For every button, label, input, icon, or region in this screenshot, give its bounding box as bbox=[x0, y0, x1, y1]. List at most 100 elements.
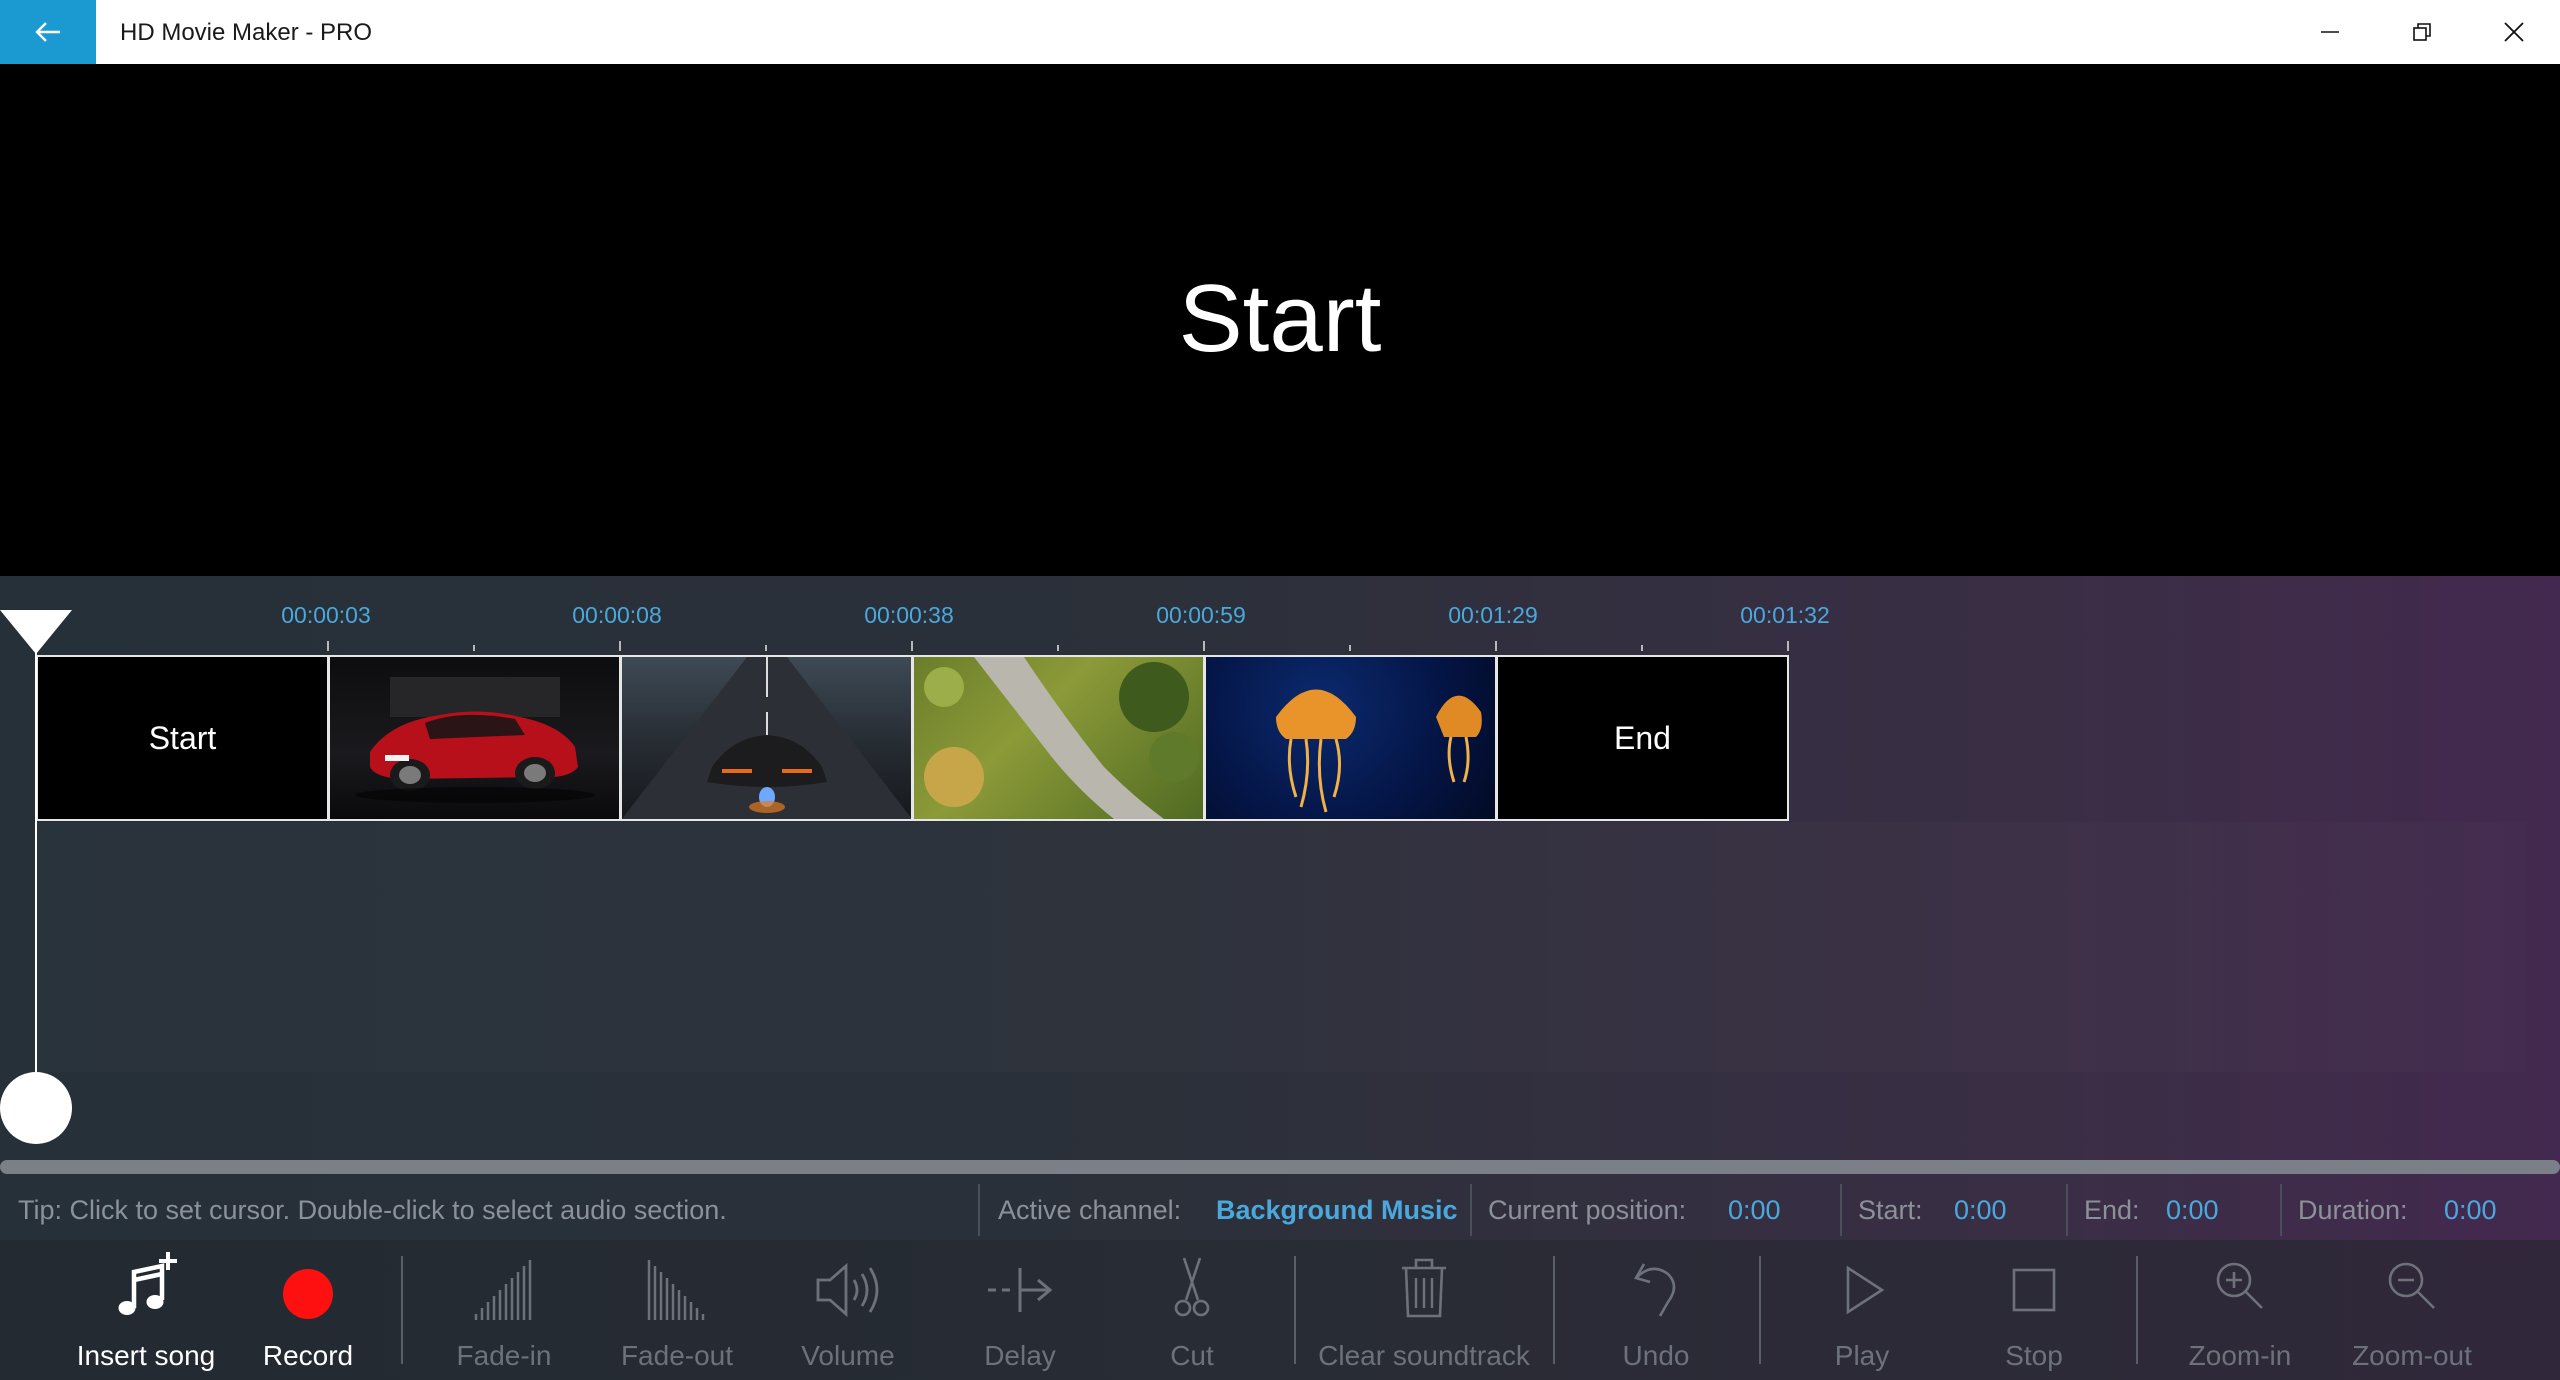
supercar-thumbnail bbox=[622, 657, 911, 819]
close-icon bbox=[2504, 22, 2524, 42]
clip-red-car[interactable] bbox=[328, 655, 621, 821]
delay-button[interactable]: Delay bbox=[960, 1250, 1080, 1375]
timeline-tick bbox=[1787, 641, 1789, 651]
timeline-tick bbox=[765, 645, 767, 651]
cut-label: Cut bbox=[1170, 1340, 1214, 1371]
record-dot-icon bbox=[283, 1269, 333, 1319]
zoom-in-label: Zoom-in bbox=[2188, 1340, 2292, 1371]
delay-label: Delay bbox=[984, 1340, 1056, 1371]
clip-supercar[interactable] bbox=[620, 655, 913, 821]
jellyfish-thumbnail bbox=[1276, 689, 1482, 813]
fade-in-icon bbox=[474, 1260, 532, 1320]
time-marker: 00:00:38 bbox=[864, 602, 954, 628]
timeline-tick bbox=[1057, 645, 1059, 651]
status-divider bbox=[978, 1184, 980, 1236]
time-marker: 00:00:08 bbox=[572, 602, 662, 628]
playhead-handle[interactable] bbox=[0, 1072, 72, 1144]
playhead-marker[interactable] bbox=[0, 610, 72, 654]
music-note-plus-icon bbox=[118, 1252, 177, 1315]
status-divider bbox=[1470, 1184, 1472, 1236]
insert-song-button[interactable]: Insert song bbox=[66, 1250, 226, 1375]
minimize-button[interactable] bbox=[2284, 0, 2376, 64]
current-position-value: 0:00 bbox=[1728, 1195, 1781, 1225]
delay-icon bbox=[988, 1268, 1053, 1312]
play-button[interactable]: Play bbox=[1802, 1250, 1922, 1375]
undo-label: Undo bbox=[1622, 1340, 1690, 1371]
record-label: Record bbox=[262, 1340, 354, 1371]
volume-icon bbox=[816, 1262, 879, 1318]
active-channel-value: Background Music bbox=[1216, 1195, 1458, 1225]
play-icon bbox=[1846, 1265, 1885, 1315]
insert-song-label: Insert song bbox=[76, 1340, 216, 1371]
restore-icon bbox=[2413, 23, 2431, 41]
stop-icon bbox=[2012, 1268, 2056, 1312]
undo-button[interactable]: Undo bbox=[1596, 1250, 1716, 1375]
timeline-tick bbox=[911, 641, 913, 651]
timeline-tick bbox=[1495, 641, 1497, 651]
tip-text: Tip: Click to set cursor. Double-click t… bbox=[18, 1195, 727, 1225]
volume-label: Volume bbox=[801, 1340, 895, 1371]
clear-soundtrack-button[interactable]: Clear soundtrack bbox=[1318, 1250, 1530, 1375]
start-value: 0:00 bbox=[1954, 1195, 2007, 1225]
status-divider bbox=[2066, 1184, 2068, 1236]
clip-label: End bbox=[1614, 719, 1671, 756]
zoom-out-button[interactable]: Zoom-out bbox=[2342, 1250, 2482, 1375]
trash-icon bbox=[1402, 1258, 1446, 1318]
undo-icon bbox=[1634, 1263, 1676, 1317]
clip-end-title[interactable]: End bbox=[1496, 655, 1789, 821]
close-button[interactable] bbox=[2468, 0, 2560, 64]
timeline-tick bbox=[473, 645, 475, 651]
toolbar-divider bbox=[1553, 1256, 1555, 1364]
back-arrow-icon bbox=[35, 22, 60, 42]
playhead-line bbox=[35, 650, 37, 1100]
time-marker: 00:00:59 bbox=[1156, 602, 1246, 628]
video-preview: Start bbox=[0, 64, 2560, 576]
preview-caption: Start bbox=[1178, 265, 1382, 372]
duration-value: 0:00 bbox=[2444, 1195, 2497, 1225]
time-marker: 00:01:29 bbox=[1448, 602, 1538, 628]
clip-label: Start bbox=[148, 719, 217, 756]
timeline-scrollbar[interactable] bbox=[0, 1160, 2560, 1174]
fade-out-label: Fade-out bbox=[620, 1340, 734, 1371]
zoom-in-icon bbox=[2216, 1262, 2263, 1309]
active-channel-label: Active channel: bbox=[998, 1195, 1182, 1225]
clip-jellyfish[interactable] bbox=[1204, 655, 1497, 821]
toolbar-divider bbox=[1759, 1256, 1761, 1364]
clip-start-title[interactable]: Start bbox=[36, 655, 329, 821]
timeline-tick bbox=[327, 641, 329, 651]
timeline-tick bbox=[1641, 645, 1643, 651]
timeline-tick bbox=[1349, 645, 1351, 651]
zoom-out-label: Zoom-out bbox=[2352, 1340, 2472, 1371]
cut-button[interactable]: Cut bbox=[1132, 1250, 1252, 1375]
audio-track[interactable] bbox=[36, 822, 2526, 1072]
title-bar: HD Movie Maker - PRO bbox=[0, 0, 2560, 64]
status-divider bbox=[1840, 1184, 1842, 1236]
toolbar-divider bbox=[1294, 1256, 1296, 1364]
play-label: Play bbox=[1834, 1340, 1890, 1371]
timeline-tick bbox=[1203, 641, 1205, 651]
record-button[interactable]: Record bbox=[248, 1250, 368, 1375]
current-position-label: Current position: bbox=[1488, 1195, 1687, 1225]
clip-aerial-path[interactable] bbox=[912, 655, 1205, 821]
zoom-in-button[interactable]: Zoom-in bbox=[2180, 1250, 2300, 1375]
fade-out-icon bbox=[647, 1260, 705, 1320]
end-value: 0:00 bbox=[2166, 1195, 2219, 1225]
back-button[interactable] bbox=[0, 0, 96, 64]
fade-out-button[interactable]: Fade-out bbox=[612, 1250, 742, 1375]
minimize-icon bbox=[2321, 31, 2339, 33]
bottom-toolbar bbox=[0, 1240, 2560, 1380]
toolbar-divider bbox=[401, 1256, 403, 1364]
app-title: HD Movie Maker - PRO bbox=[120, 19, 373, 46]
toolbar-divider bbox=[2136, 1256, 2138, 1364]
timeline-tick bbox=[619, 641, 621, 651]
duration-label: Duration: bbox=[2298, 1195, 2408, 1225]
time-marker: 00:01:32 bbox=[1740, 602, 1830, 628]
stop-button[interactable]: Stop bbox=[1974, 1250, 2094, 1375]
stop-label: Stop bbox=[2005, 1340, 2063, 1371]
scissors-icon bbox=[1174, 1257, 1210, 1317]
time-marker: 00:00:03 bbox=[281, 602, 371, 628]
fade-in-button[interactable]: Fade-in bbox=[444, 1250, 564, 1375]
volume-button[interactable]: Volume bbox=[788, 1250, 908, 1375]
restore-button[interactable] bbox=[2376, 0, 2468, 64]
clear-soundtrack-label: Clear soundtrack bbox=[1318, 1340, 1530, 1371]
